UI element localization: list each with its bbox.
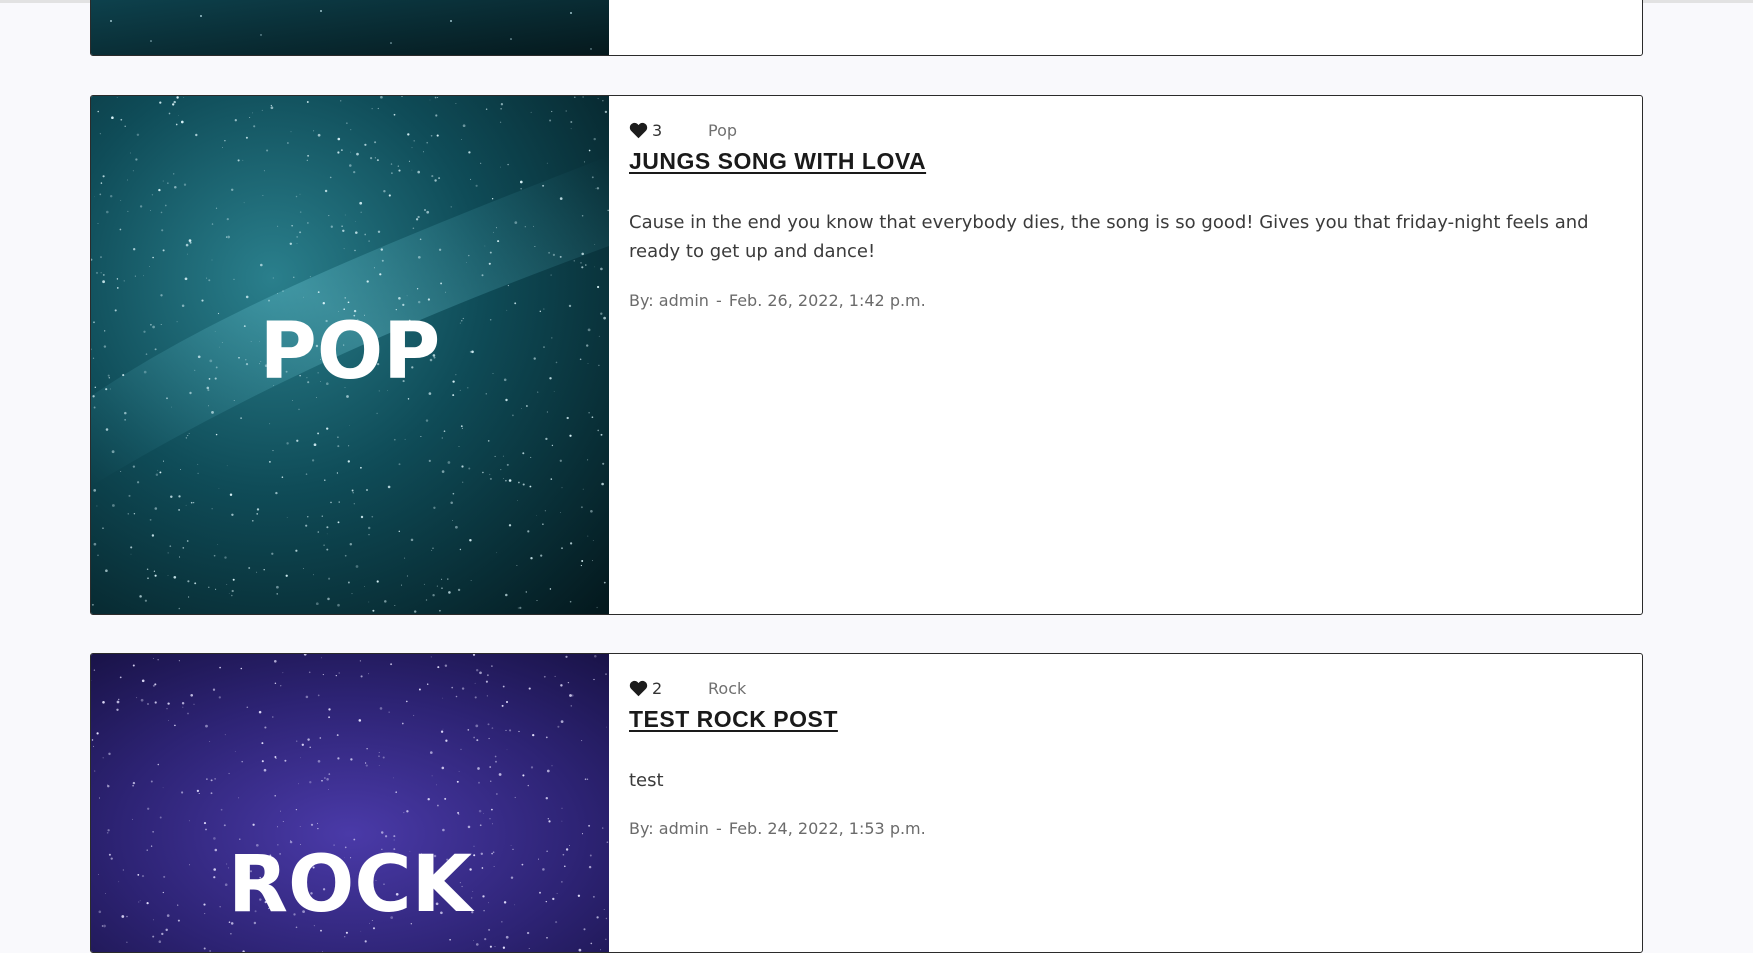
like-count: 2 [652, 679, 708, 698]
byline-separator: - [714, 819, 724, 838]
post-title-link[interactable]: TEST ROCK POST [629, 706, 838, 733]
category-label[interactable]: Pop [708, 121, 737, 140]
post-byline: By: admin - Feb. 24, 2022, 1:53 p.m. [629, 819, 926, 838]
heart-icon[interactable] [629, 680, 648, 697]
post-card [90, 0, 1643, 56]
post-excerpt: test [629, 766, 1624, 795]
byline-prefix: By: [629, 819, 654, 838]
author-name: admin [659, 291, 709, 310]
post-byline: By: admin - Feb. 26, 2022, 1:42 p.m. [629, 291, 926, 310]
post-title-link[interactable]: JUNGS SONG WITH LOVA [629, 148, 926, 175]
post-image-pop[interactable]: POP [91, 96, 609, 614]
post-excerpt: Cause in the end you know that everybody… [629, 208, 1624, 266]
post-meta: 2 Rock [629, 676, 746, 700]
post-card-rock: ROCK 2 Rock TEST ROCK POST test By: admi… [90, 653, 1643, 953]
byline-separator: - [714, 291, 724, 310]
author-name: admin [659, 819, 709, 838]
post-image-galaxy[interactable] [91, 0, 609, 55]
post-meta: 3 Pop [629, 118, 737, 142]
post-date: Feb. 24, 2022, 1:53 p.m. [729, 819, 926, 838]
like-count: 3 [652, 121, 708, 140]
post-date: Feb. 26, 2022, 1:42 p.m. [729, 291, 926, 310]
category-label[interactable]: Rock [708, 679, 746, 698]
post-card-pop: POP 3 Pop JUNGS SONG WITH LOVA Cause in … [90, 95, 1643, 615]
byline-prefix: By: [629, 291, 654, 310]
heart-icon[interactable] [629, 122, 648, 139]
post-image-label: POP [260, 307, 441, 397]
post-image-label: ROCK [228, 840, 475, 930]
post-image-rock[interactable]: ROCK [91, 654, 609, 952]
